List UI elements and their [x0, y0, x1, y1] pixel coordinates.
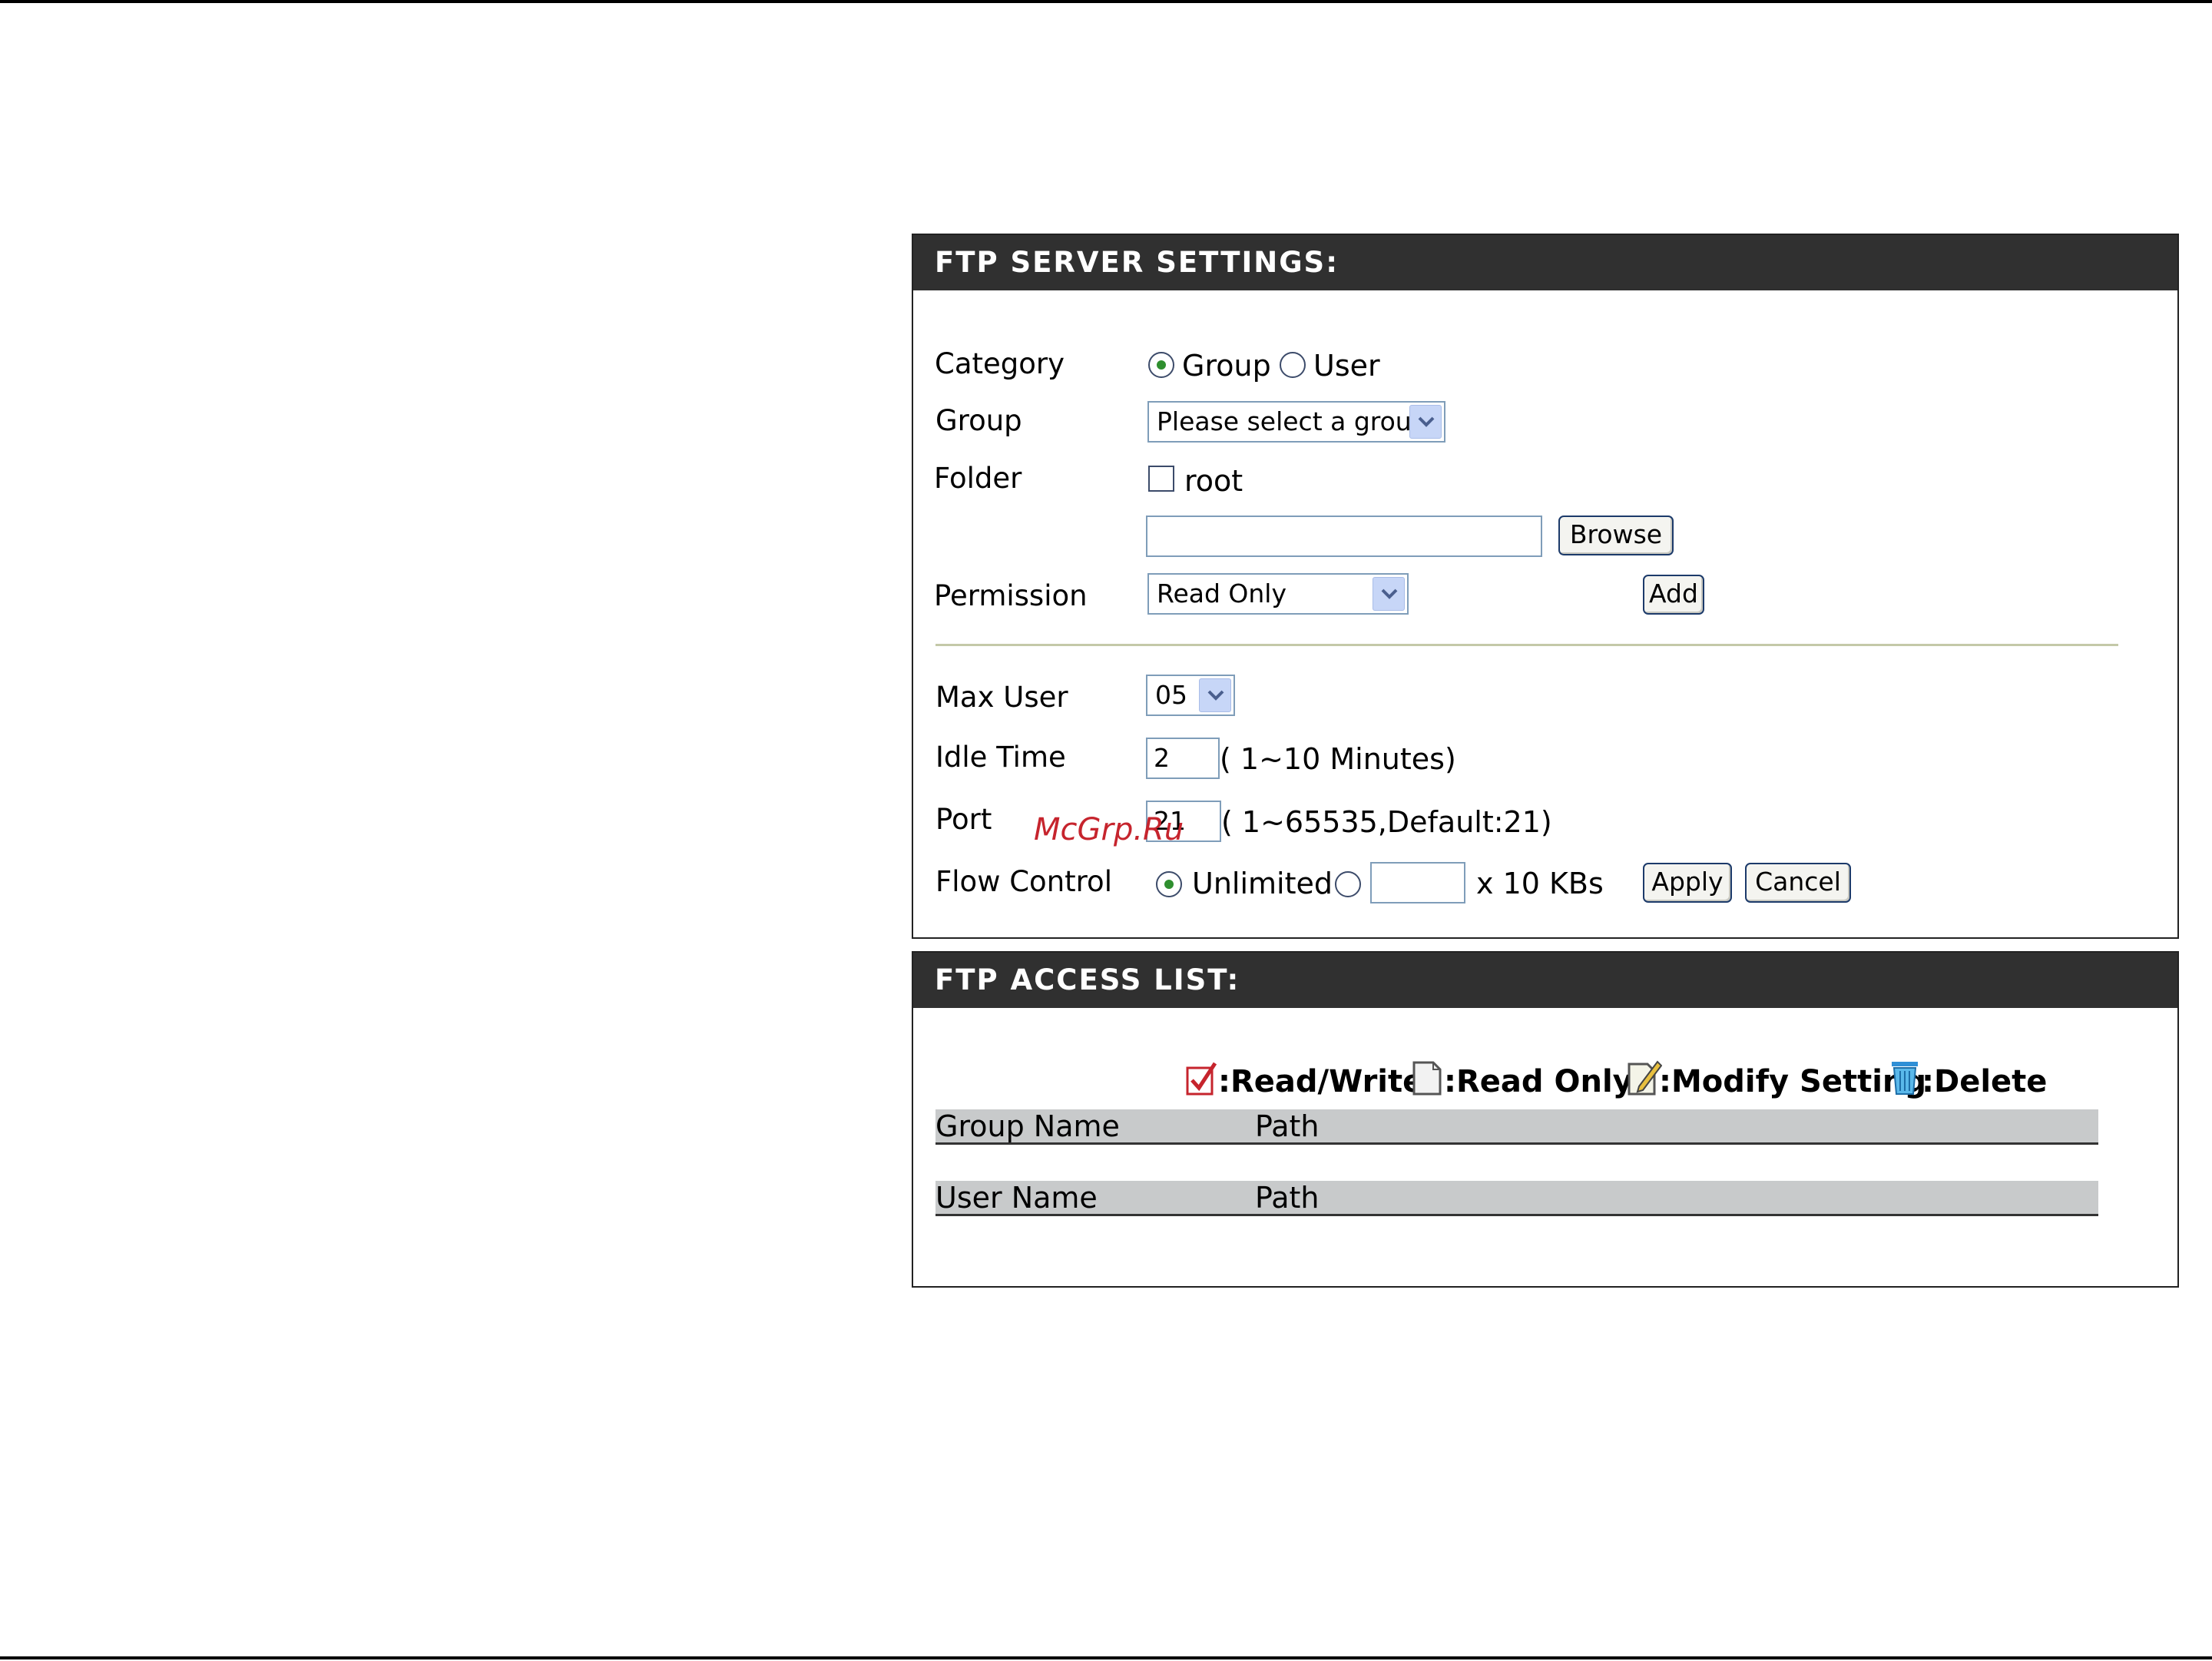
page-top-rule — [0, 0, 2212, 3]
category-label: Category — [935, 347, 1065, 380]
legend-modify-setting: :Modify Setting — [1659, 1064, 1927, 1099]
max-user-select-value: 05 — [1155, 680, 1187, 710]
folder-root-label: root — [1184, 464, 1243, 498]
idle-time-hint: ( 1~10 Minutes) — [1220, 742, 1456, 776]
group-name-column-header: Group Name — [935, 1109, 1120, 1143]
folder-root-checkbox[interactable] — [1148, 466, 1174, 492]
category-user-label: User — [1313, 349, 1380, 383]
modify-setting-icon — [1627, 1059, 1663, 1100]
settings-divider — [935, 644, 2118, 646]
read-write-icon — [1186, 1060, 1218, 1100]
delete-icon — [1889, 1059, 1920, 1100]
max-user-select[interactable]: 05 — [1146, 675, 1235, 716]
legend-read-write: :Read/Write — [1218, 1064, 1424, 1099]
permission-select[interactable]: Read Only — [1147, 573, 1409, 615]
browse-button[interactable]: Browse — [1558, 516, 1674, 555]
folder-label: Folder — [934, 462, 1022, 495]
user-name-column-header: User Name — [935, 1181, 1098, 1215]
user-path-column-header: Path — [1255, 1181, 1320, 1215]
permission-select-value: Read Only — [1157, 579, 1286, 608]
flow-control-label: Flow Control — [935, 865, 1112, 898]
user-table-header: User Name Path — [935, 1181, 2098, 1216]
ftp-access-list-title: FTP ACCESS LIST: — [913, 953, 2177, 1008]
group-select[interactable]: Please select a group — [1147, 401, 1445, 443]
apply-button[interactable]: Apply — [1643, 863, 1732, 903]
cancel-button[interactable]: Cancel — [1745, 863, 1851, 903]
read-only-icon — [1412, 1060, 1442, 1100]
watermark-text: McGrp.Ru — [1034, 812, 1184, 847]
chevron-down-icon — [1409, 405, 1442, 439]
group-path-column-header: Path — [1255, 1109, 1320, 1143]
add-button[interactable]: Add — [1643, 575, 1704, 615]
max-user-label: Max User — [935, 681, 1068, 714]
group-label: Group — [935, 404, 1022, 437]
port-label: Port — [935, 803, 992, 836]
group-table-header: Group Name Path — [935, 1109, 2098, 1145]
category-user-radio[interactable] — [1280, 352, 1306, 378]
flow-unlimited-label: Unlimited — [1192, 867, 1333, 900]
category-group-label: Group — [1182, 349, 1271, 383]
folder-path-input[interactable] — [1146, 516, 1542, 557]
flow-rate-unit: x 10 KBs — [1476, 867, 1604, 900]
chevron-down-icon — [1373, 577, 1405, 611]
legend-read-only: :Read Only — [1444, 1064, 1633, 1099]
flow-limit-radio[interactable] — [1335, 871, 1361, 897]
flow-rate-input[interactable] — [1370, 862, 1465, 903]
group-select-value: Please select a group — [1157, 406, 1428, 436]
page-bottom-rule — [0, 1656, 2212, 1659]
legend-delete: :Delete — [1922, 1064, 2048, 1099]
chevron-down-icon — [1199, 678, 1231, 712]
permission-label: Permission — [934, 579, 1088, 612]
flow-unlimited-radio[interactable] — [1156, 871, 1182, 897]
category-group-radio[interactable] — [1148, 352, 1174, 378]
idle-time-label: Idle Time — [935, 741, 1066, 774]
port-hint: ( 1~65535,Default:21) — [1221, 805, 1552, 839]
idle-time-input[interactable]: 2 — [1146, 738, 1220, 779]
ftp-server-settings-title: FTP SERVER SETTINGS: — [913, 235, 2177, 290]
